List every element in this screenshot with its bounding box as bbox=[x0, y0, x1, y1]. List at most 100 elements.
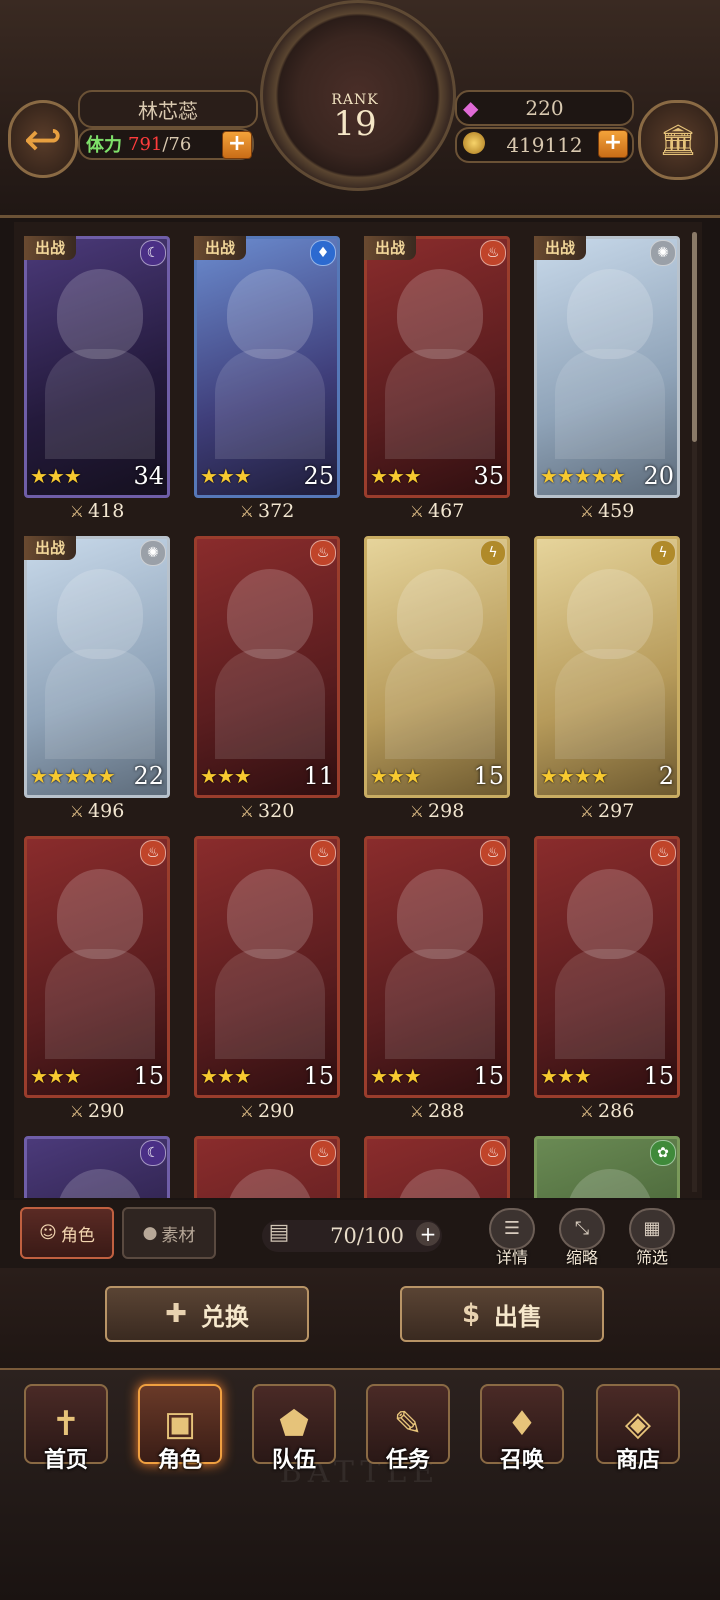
portrait-head bbox=[397, 269, 483, 359]
combat-power: ⚔ 288 bbox=[364, 1100, 510, 1122]
character-card[interactable]: ♨ ★★★ 15 ⚔ 290 bbox=[194, 836, 340, 1122]
character-grid[interactable]: 出战 ☾ ★★★ 34 ⚔ 418 出战 ♦ ★★★ 25 ⚔ 372 出战 ♨ ★★★ 35 ⚔ 467 出战 ✺ ★… bbox=[14, 222, 702, 1198]
portrait-body bbox=[385, 349, 495, 459]
details-label: 详情 bbox=[495, 1248, 528, 1267]
back-button[interactable]: ↩ bbox=[8, 100, 78, 178]
combat-power-value: 418 bbox=[88, 500, 125, 522]
character-portrait bbox=[24, 236, 170, 498]
nav-team-label: 队伍 bbox=[271, 1448, 316, 1473]
combat-power-value: 290 bbox=[258, 1100, 295, 1122]
light-element-icon: ✺ bbox=[650, 240, 676, 266]
character-card[interactable]: 出战 ♨ ★★★ 35 ⚔ 467 bbox=[364, 236, 510, 522]
nav-role[interactable]: ▣ 角色 bbox=[136, 1384, 224, 1474]
character-card[interactable]: ♨ bbox=[194, 1136, 340, 1198]
crossed-swords-icon: ⚔ bbox=[239, 1102, 255, 1121]
portrait-body bbox=[385, 649, 495, 759]
stamina-current: 791 bbox=[128, 133, 163, 155]
character-portrait bbox=[534, 236, 680, 498]
add-stamina-button[interactable]: + bbox=[222, 131, 252, 159]
nav-home[interactable]: ✝ 首页 bbox=[22, 1384, 110, 1474]
crossed-swords-icon: ⚔ bbox=[579, 502, 595, 521]
character-level: 15 bbox=[133, 1062, 164, 1090]
nav-team[interactable]: ⬟ 队伍 bbox=[250, 1384, 338, 1474]
dark-element-icon: ☾ bbox=[140, 1140, 166, 1166]
sell-label: 出售 bbox=[494, 1302, 543, 1331]
crossed-swords-icon: ⚔ bbox=[69, 802, 85, 821]
crossed-swords-icon: ⚔ bbox=[579, 802, 595, 821]
star-rating: ★★★ bbox=[200, 464, 252, 488]
combat-power: ⚔ 297 bbox=[534, 800, 680, 822]
character-card[interactable]: 出战 ✺ ★★★★★ 20 ⚔ 459 bbox=[534, 236, 680, 522]
expand-capacity-button[interactable]: + bbox=[416, 1222, 440, 1246]
character-card[interactable]: ϟ ★★★★ 2 ⚔ 297 bbox=[534, 536, 680, 822]
character-card[interactable]: ♨ bbox=[364, 1136, 510, 1198]
character-card[interactable]: 出战 ✺ ★★★★★ 22 ⚔ 496 bbox=[24, 536, 170, 822]
character-card[interactable]: 出战 ☾ ★★★ 34 ⚔ 418 bbox=[24, 236, 170, 522]
role-head-icon: ☺ bbox=[39, 1223, 57, 1243]
portrait-head bbox=[227, 869, 313, 959]
thunder-element-icon: ϟ bbox=[650, 540, 676, 566]
portrait-head bbox=[397, 869, 483, 959]
water-element-icon: ♦ bbox=[310, 240, 336, 266]
filter-label: 筛选 bbox=[635, 1248, 668, 1267]
tab-role[interactable]: ☺ 角色 bbox=[20, 1207, 114, 1259]
exchange-button[interactable]: ✚ 兑换 bbox=[105, 1286, 309, 1342]
rank-value: 19 bbox=[333, 104, 377, 144]
character-card[interactable]: ♨ ★★★ 15 ⚔ 290 bbox=[24, 836, 170, 1122]
character-card[interactable]: ♨ ★★★ 11 ⚔ 320 bbox=[194, 536, 340, 822]
bank-button[interactable]: 🏛 bbox=[638, 100, 718, 180]
combat-power-value: 372 bbox=[258, 500, 295, 522]
tab-material[interactable]: ● 素材 bbox=[122, 1207, 216, 1259]
portrait-head bbox=[567, 569, 653, 659]
player-name: 林芯蕊 bbox=[78, 90, 258, 128]
portrait-head bbox=[397, 1169, 483, 1198]
character-card[interactable]: ♨ ★★★ 15 ⚔ 286 bbox=[534, 836, 680, 1122]
light-element-icon: ✺ bbox=[140, 540, 166, 566]
combat-power-value: 459 bbox=[598, 500, 635, 522]
exchange-label: 兑换 bbox=[200, 1302, 249, 1331]
fire-element-icon: ♨ bbox=[480, 1140, 506, 1166]
portrait-body bbox=[45, 649, 155, 759]
sell-button[interactable]: $ 出售 bbox=[400, 1286, 604, 1342]
add-gold-button[interactable]: + bbox=[598, 130, 628, 158]
character-level: 22 bbox=[133, 762, 164, 790]
portrait-head bbox=[227, 269, 313, 359]
combat-power-value: 288 bbox=[428, 1100, 465, 1122]
gem-amount: 220 bbox=[525, 96, 564, 120]
nav-shop[interactable]: ◈ 商店 bbox=[594, 1384, 682, 1474]
compact-label: 缩略 bbox=[565, 1248, 598, 1267]
crossed-swords-icon: ⚔ bbox=[579, 1102, 595, 1121]
filter-button[interactable]: ▦ 筛选 bbox=[624, 1208, 680, 1267]
character-portrait bbox=[194, 536, 340, 798]
character-card[interactable]: ϟ ★★★ 15 ⚔ 298 bbox=[364, 536, 510, 822]
star-rating: ★★★ bbox=[370, 464, 422, 488]
star-rating: ★★★ bbox=[370, 1064, 422, 1088]
deployed-tag: 出战 bbox=[24, 536, 76, 560]
details-button[interactable]: ☰ 详情 bbox=[484, 1208, 540, 1267]
combat-power: ⚔ 496 bbox=[24, 800, 170, 822]
crossed-swords-icon: ⚔ bbox=[409, 1102, 425, 1121]
character-portrait bbox=[534, 536, 680, 798]
fire-element-icon: ♨ bbox=[310, 1140, 336, 1166]
character-level: 11 bbox=[303, 762, 334, 790]
cards-icon: ▤ bbox=[268, 1220, 290, 1245]
combat-power: ⚔ 372 bbox=[194, 500, 340, 522]
portrait-head bbox=[567, 1169, 653, 1198]
star-rating: ★★★ bbox=[30, 464, 82, 488]
nav-summon[interactable]: ♦ 召唤 bbox=[478, 1384, 566, 1474]
bank-building-icon: 🏛 bbox=[658, 122, 698, 158]
portrait-head bbox=[57, 569, 143, 659]
character-card[interactable]: ✿ bbox=[534, 1136, 680, 1198]
character-card[interactable]: 出战 ♦ ★★★ 25 ⚔ 372 bbox=[194, 236, 340, 522]
grid-scrollbar-thumb[interactable] bbox=[692, 232, 697, 442]
character-card[interactable]: ♨ ★★★ 15 ⚔ 288 bbox=[364, 836, 510, 1122]
nav-quest[interactable]: ✎ 任务 bbox=[364, 1384, 452, 1474]
gem-icon: ◆ bbox=[463, 96, 479, 120]
compact-button[interactable]: ⤡ 缩略 bbox=[554, 1208, 610, 1267]
crossed-swords-icon: ⚔ bbox=[69, 1102, 85, 1121]
character-card[interactable]: ☾ bbox=[24, 1136, 170, 1198]
character-level: 35 bbox=[473, 462, 504, 490]
star-rating: ★★★★ bbox=[540, 764, 609, 788]
nav-role-label: 角色 bbox=[157, 1448, 202, 1473]
portrait-body bbox=[555, 949, 665, 1059]
